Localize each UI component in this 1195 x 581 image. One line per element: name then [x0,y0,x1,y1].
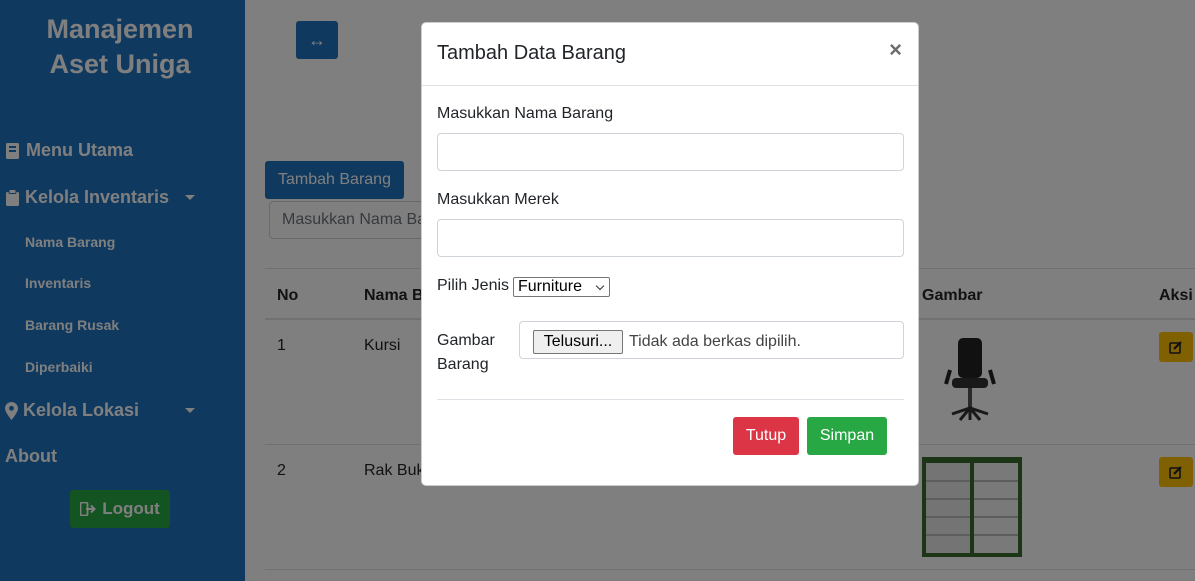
merek-label: Masukkan Merek [437,191,559,208]
jenis-select-value: Furniture [518,278,583,295]
merek-input[interactable] [437,219,904,257]
jenis-label: Pilih Jenis [437,277,510,294]
browse-button[interactable]: Telusuri... [533,330,623,354]
nama-barang-label: Masukkan Nama Barang [437,105,614,122]
close-icon[interactable]: × [889,39,902,61]
modal-title: Tambah Data Barang [437,42,627,64]
modal-footer-divider [437,399,904,400]
modal-header: Tambah Data Barang × [422,23,918,86]
add-item-modal: Tambah Data Barang × Masukkan Nama Baran… [421,22,919,486]
gambar-label-line-2: Barang [437,356,489,373]
chevron-down-icon [595,281,605,291]
file-input[interactable]: Telusuri... Tidak ada berkas dipilih. [519,321,904,359]
close-button[interactable]: Tutup [733,417,799,455]
file-status-text: Tidak ada berkas dipilih. [629,333,801,350]
save-button[interactable]: Simpan [807,417,887,455]
jenis-select[interactable]: Furniture [513,277,610,297]
nama-barang-input[interactable] [437,133,904,171]
gambar-label-line-1: Gambar [437,332,495,349]
